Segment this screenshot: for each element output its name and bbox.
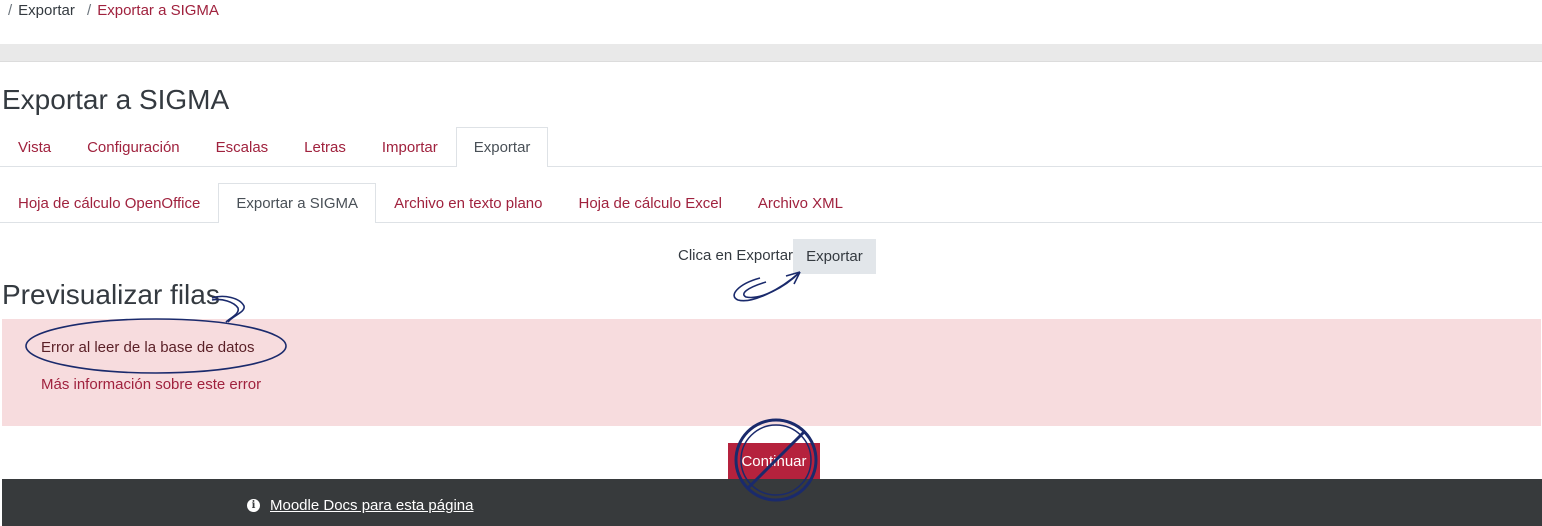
export-instruction: Clica en Exportar xyxy=(678,247,794,264)
tab-exportar[interactable]: Exportar xyxy=(455,127,549,167)
breadcrumb-separator: / xyxy=(87,2,92,19)
annotation-arrow xyxy=(733,271,801,302)
tab-configuracion[interactable]: Configuración xyxy=(69,127,198,166)
tab-exportar-sigma[interactable]: Exportar a SIGMA xyxy=(218,183,377,223)
tab-escalas[interactable]: Escalas xyxy=(198,127,287,166)
breadcrumb-item-exportar-sigma[interactable]: Exportar a SIGMA xyxy=(97,2,219,19)
more-info-link[interactable]: Más información sobre este error xyxy=(41,376,261,393)
breadcrumb-item-exportar[interactable]: Exportar xyxy=(18,2,75,19)
page-footer: i Moodle Docs para esta página xyxy=(2,479,1542,526)
error-alert: Error al leer de la base de datos Más in… xyxy=(2,319,1541,426)
annotation-arrow-outline xyxy=(742,271,801,299)
header-band xyxy=(0,44,1542,62)
continue-button[interactable]: Continuar xyxy=(728,443,820,479)
docs-link-row: i Moodle Docs para esta página xyxy=(247,497,473,514)
tab-openoffice[interactable]: Hoja de cálculo OpenOffice xyxy=(0,183,218,222)
primary-tabs: Vista Configuración Escalas Letras Impor… xyxy=(0,127,1542,167)
export-button[interactable]: Exportar xyxy=(793,239,876,274)
breadcrumb: / Exportar / Exportar a SIGMA xyxy=(8,2,219,19)
tab-excel[interactable]: Hoja de cálculo Excel xyxy=(561,183,740,222)
page-title: Exportar a SIGMA xyxy=(2,84,230,115)
tab-letras[interactable]: Letras xyxy=(286,127,364,166)
moodle-docs-link[interactable]: Moodle Docs para esta página xyxy=(270,497,473,514)
secondary-tabs: Hoja de cálculo OpenOffice Exportar a SI… xyxy=(0,183,1542,223)
info-icon: i xyxy=(247,499,260,512)
breadcrumb-separator: / xyxy=(8,2,13,19)
preview-title: Previsualizar filas xyxy=(2,279,220,310)
export-row: Clica en Exportar Exportar xyxy=(678,239,876,274)
error-message: Error al leer de la base de datos xyxy=(41,339,255,356)
tab-xml[interactable]: Archivo XML xyxy=(740,183,861,222)
tab-importar[interactable]: Importar xyxy=(364,127,456,166)
tab-texto-plano[interactable]: Archivo en texto plano xyxy=(376,183,560,222)
tab-vista[interactable]: Vista xyxy=(0,127,69,166)
